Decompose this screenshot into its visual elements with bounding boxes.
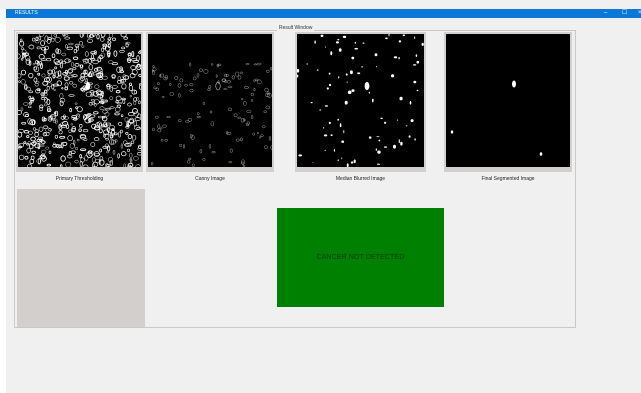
minimize-button[interactable]: – bbox=[604, 9, 607, 18]
final-segmented-image bbox=[446, 34, 570, 167]
empty-image-panel bbox=[17, 189, 145, 327]
median-blurred-frame bbox=[295, 32, 426, 172]
left-edge bbox=[0, 9, 6, 393]
maximize-button[interactable]: ☐ bbox=[622, 9, 627, 18]
caption-median-blurred: Median Blurred Image bbox=[335, 176, 386, 182]
group-label: Result Window bbox=[277, 25, 315, 32]
title-bar[interactable]: RESULTS – ☐ × bbox=[6, 9, 641, 18]
canny-image-frame bbox=[146, 32, 274, 172]
canny-image bbox=[148, 34, 272, 167]
caption-canny: Canny Image bbox=[195, 176, 225, 182]
caption-primary-thresholding: Primary Thresholding bbox=[55, 176, 104, 182]
status-text: CANCER NOT DETECTED bbox=[316, 254, 405, 261]
status-panel: CANCER NOT DETECTED bbox=[277, 208, 444, 307]
caption-final-segmented: Final Segmented Image bbox=[481, 176, 535, 182]
window-title: RESULTS bbox=[15, 10, 38, 16]
primary-thresholding-image bbox=[18, 34, 141, 167]
median-blurred-image bbox=[297, 34, 424, 167]
final-segmented-frame bbox=[444, 32, 572, 172]
primary-thresholding-frame bbox=[16, 32, 143, 172]
